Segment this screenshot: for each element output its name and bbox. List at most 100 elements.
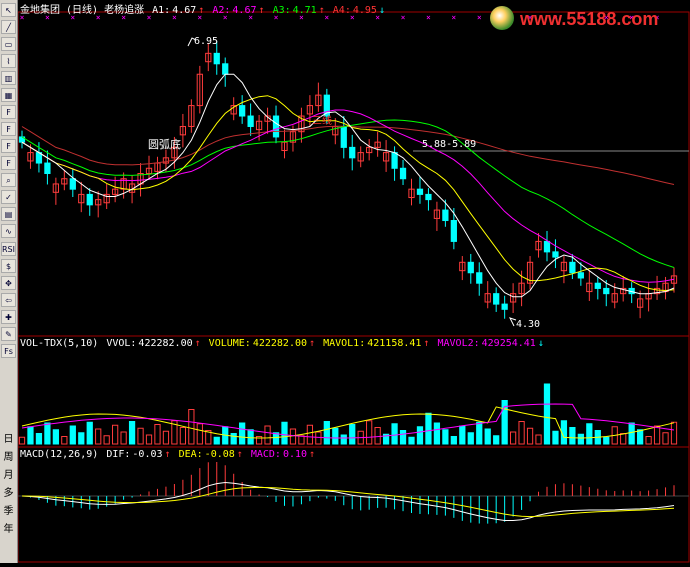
period-button-3[interactable]: 多 <box>1 487 16 501</box>
a1-value: 4.67 <box>172 5 197 16</box>
candle-body <box>442 209 449 222</box>
volume-bar <box>18 436 26 445</box>
search-icon[interactable]: ⌕ <box>1 173 16 187</box>
volume-bar <box>662 432 669 445</box>
candle-body <box>391 152 398 169</box>
bar-icon[interactable]: ▥ <box>1 71 16 85</box>
volume-bar <box>61 436 68 445</box>
a2-label: A2: <box>212 5 231 16</box>
volume-bar <box>264 425 271 445</box>
check-icon[interactable]: ✓ <box>1 190 16 204</box>
three-line-label: 三线 <box>312 116 332 127</box>
volume-bar <box>586 423 593 445</box>
volume-bar <box>281 421 288 445</box>
candle-body <box>44 162 51 175</box>
dif-line <box>21 481 675 521</box>
cursor-icon[interactable]: ↖ <box>1 3 16 17</box>
fs-icon[interactable]: Fs <box>1 344 16 358</box>
mavol1-label: MAVOL1: <box>323 338 366 349</box>
volume-bar <box>137 427 144 445</box>
candle-body <box>86 193 93 206</box>
a3-label: A3: <box>272 5 291 16</box>
volume-bar <box>569 427 576 445</box>
period-button-2[interactable]: 月 <box>1 469 16 483</box>
volume-bar <box>179 427 187 445</box>
volume-bar <box>535 434 542 445</box>
volume-bar <box>27 426 34 445</box>
macd-value: 0.10 <box>282 449 308 460</box>
dollar-icon[interactable]: $ <box>1 259 16 273</box>
volume-bar <box>442 429 449 445</box>
f4-icon[interactable]: F <box>1 156 16 170</box>
volume-bar <box>552 430 559 445</box>
volume-bar <box>239 422 246 445</box>
move-icon[interactable]: ✥ <box>1 276 16 290</box>
volume-bar <box>323 421 330 445</box>
volume-bar <box>306 424 314 445</box>
period-button-1[interactable]: 周 <box>1 451 16 465</box>
volume-bar <box>484 428 491 445</box>
low-price-label: 4.30 <box>516 319 541 330</box>
f2-icon[interactable]: F <box>1 122 16 136</box>
candle-body <box>577 272 584 279</box>
volume-bar <box>467 432 474 445</box>
candle-body <box>594 282 601 289</box>
volume-bar <box>493 435 500 445</box>
volume-bar <box>103 435 110 445</box>
ma10-line <box>21 95 675 292</box>
a1-label: A1: <box>152 5 171 16</box>
volume-bar <box>543 383 551 445</box>
volume-bar <box>670 421 678 445</box>
candle-body <box>467 261 474 274</box>
candle-body <box>213 52 220 65</box>
volume-bar <box>196 423 203 445</box>
arrow-icon[interactable]: ⇦ <box>1 293 16 307</box>
zoom-icon[interactable]: ▭ <box>1 37 16 51</box>
ma60-line <box>21 125 675 185</box>
candle-body <box>399 167 407 180</box>
dea-value: -0.08 <box>204 449 235 460</box>
rsi-icon[interactable]: RSI <box>1 242 16 256</box>
wave-icon[interactable]: ∿ <box>1 224 16 238</box>
grid-icon[interactable]: ▦ <box>1 88 16 102</box>
chart-area[interactable]: 153045607590×××××××××××××××××××××××××× 金… <box>5 0 690 563</box>
chart-icon[interactable]: ⌇ <box>1 54 16 68</box>
volume-bar <box>86 421 93 445</box>
a2-value: 4.67 <box>232 5 257 16</box>
period-button-5[interactable]: 年 <box>1 523 16 537</box>
volume-bar <box>188 409 195 445</box>
range-label: 5.88-5.89 <box>422 139 477 150</box>
volume-bar <box>35 433 43 445</box>
volume-bar <box>653 425 661 445</box>
candle-body <box>349 146 356 159</box>
volume-bar <box>340 434 347 445</box>
period-button-4[interactable]: 季 <box>1 505 16 519</box>
cross-icon[interactable]: ✚ <box>1 310 16 324</box>
volume-bar <box>476 421 483 445</box>
f3-icon[interactable]: F <box>1 139 16 153</box>
volume-bar <box>120 431 127 445</box>
volume-bar <box>416 426 424 445</box>
mavol1-value: 421158.41 <box>367 338 422 349</box>
macd-panel-border <box>17 446 690 563</box>
vol-name: VOL-TDX(5,10) <box>20 338 99 349</box>
volume-bar <box>69 425 76 445</box>
period-button-0[interactable]: 日 <box>1 433 16 447</box>
candle-body <box>416 188 424 195</box>
high-price-label: 6.95 <box>194 36 219 47</box>
volume-bar <box>577 433 584 445</box>
vvol-value: 422282.00 <box>138 338 193 349</box>
price-panel-border <box>17 11 690 337</box>
candle-body <box>450 220 457 242</box>
mavol2-line <box>21 403 675 439</box>
pencil-icon[interactable]: ✎ <box>1 327 16 341</box>
left-toolbar: ↖ ╱ ▭ ⌇ ▥ ▦ F F F F ⌕ ✓ ▤ ∿ RSI $ ✥ ⇦ ✚ ✎ Fs 日周月多季年 <box>0 0 18 563</box>
line-icon[interactable]: ╱ <box>1 20 16 34</box>
macd-header: MACD(12,26,9) DIF: -0.03 ↑ DEA: -0.08 ↑ MACD… <box>20 449 316 460</box>
volume-bar <box>230 433 237 445</box>
f-icon[interactable]: F <box>1 105 16 119</box>
ma20-line <box>21 109 675 283</box>
indicator-icon[interactable]: ▤ <box>1 207 16 221</box>
stock-chart[interactable]: 153045607590×××××××××××××××××××××××××× <box>5 0 690 563</box>
candle-body <box>493 293 500 305</box>
